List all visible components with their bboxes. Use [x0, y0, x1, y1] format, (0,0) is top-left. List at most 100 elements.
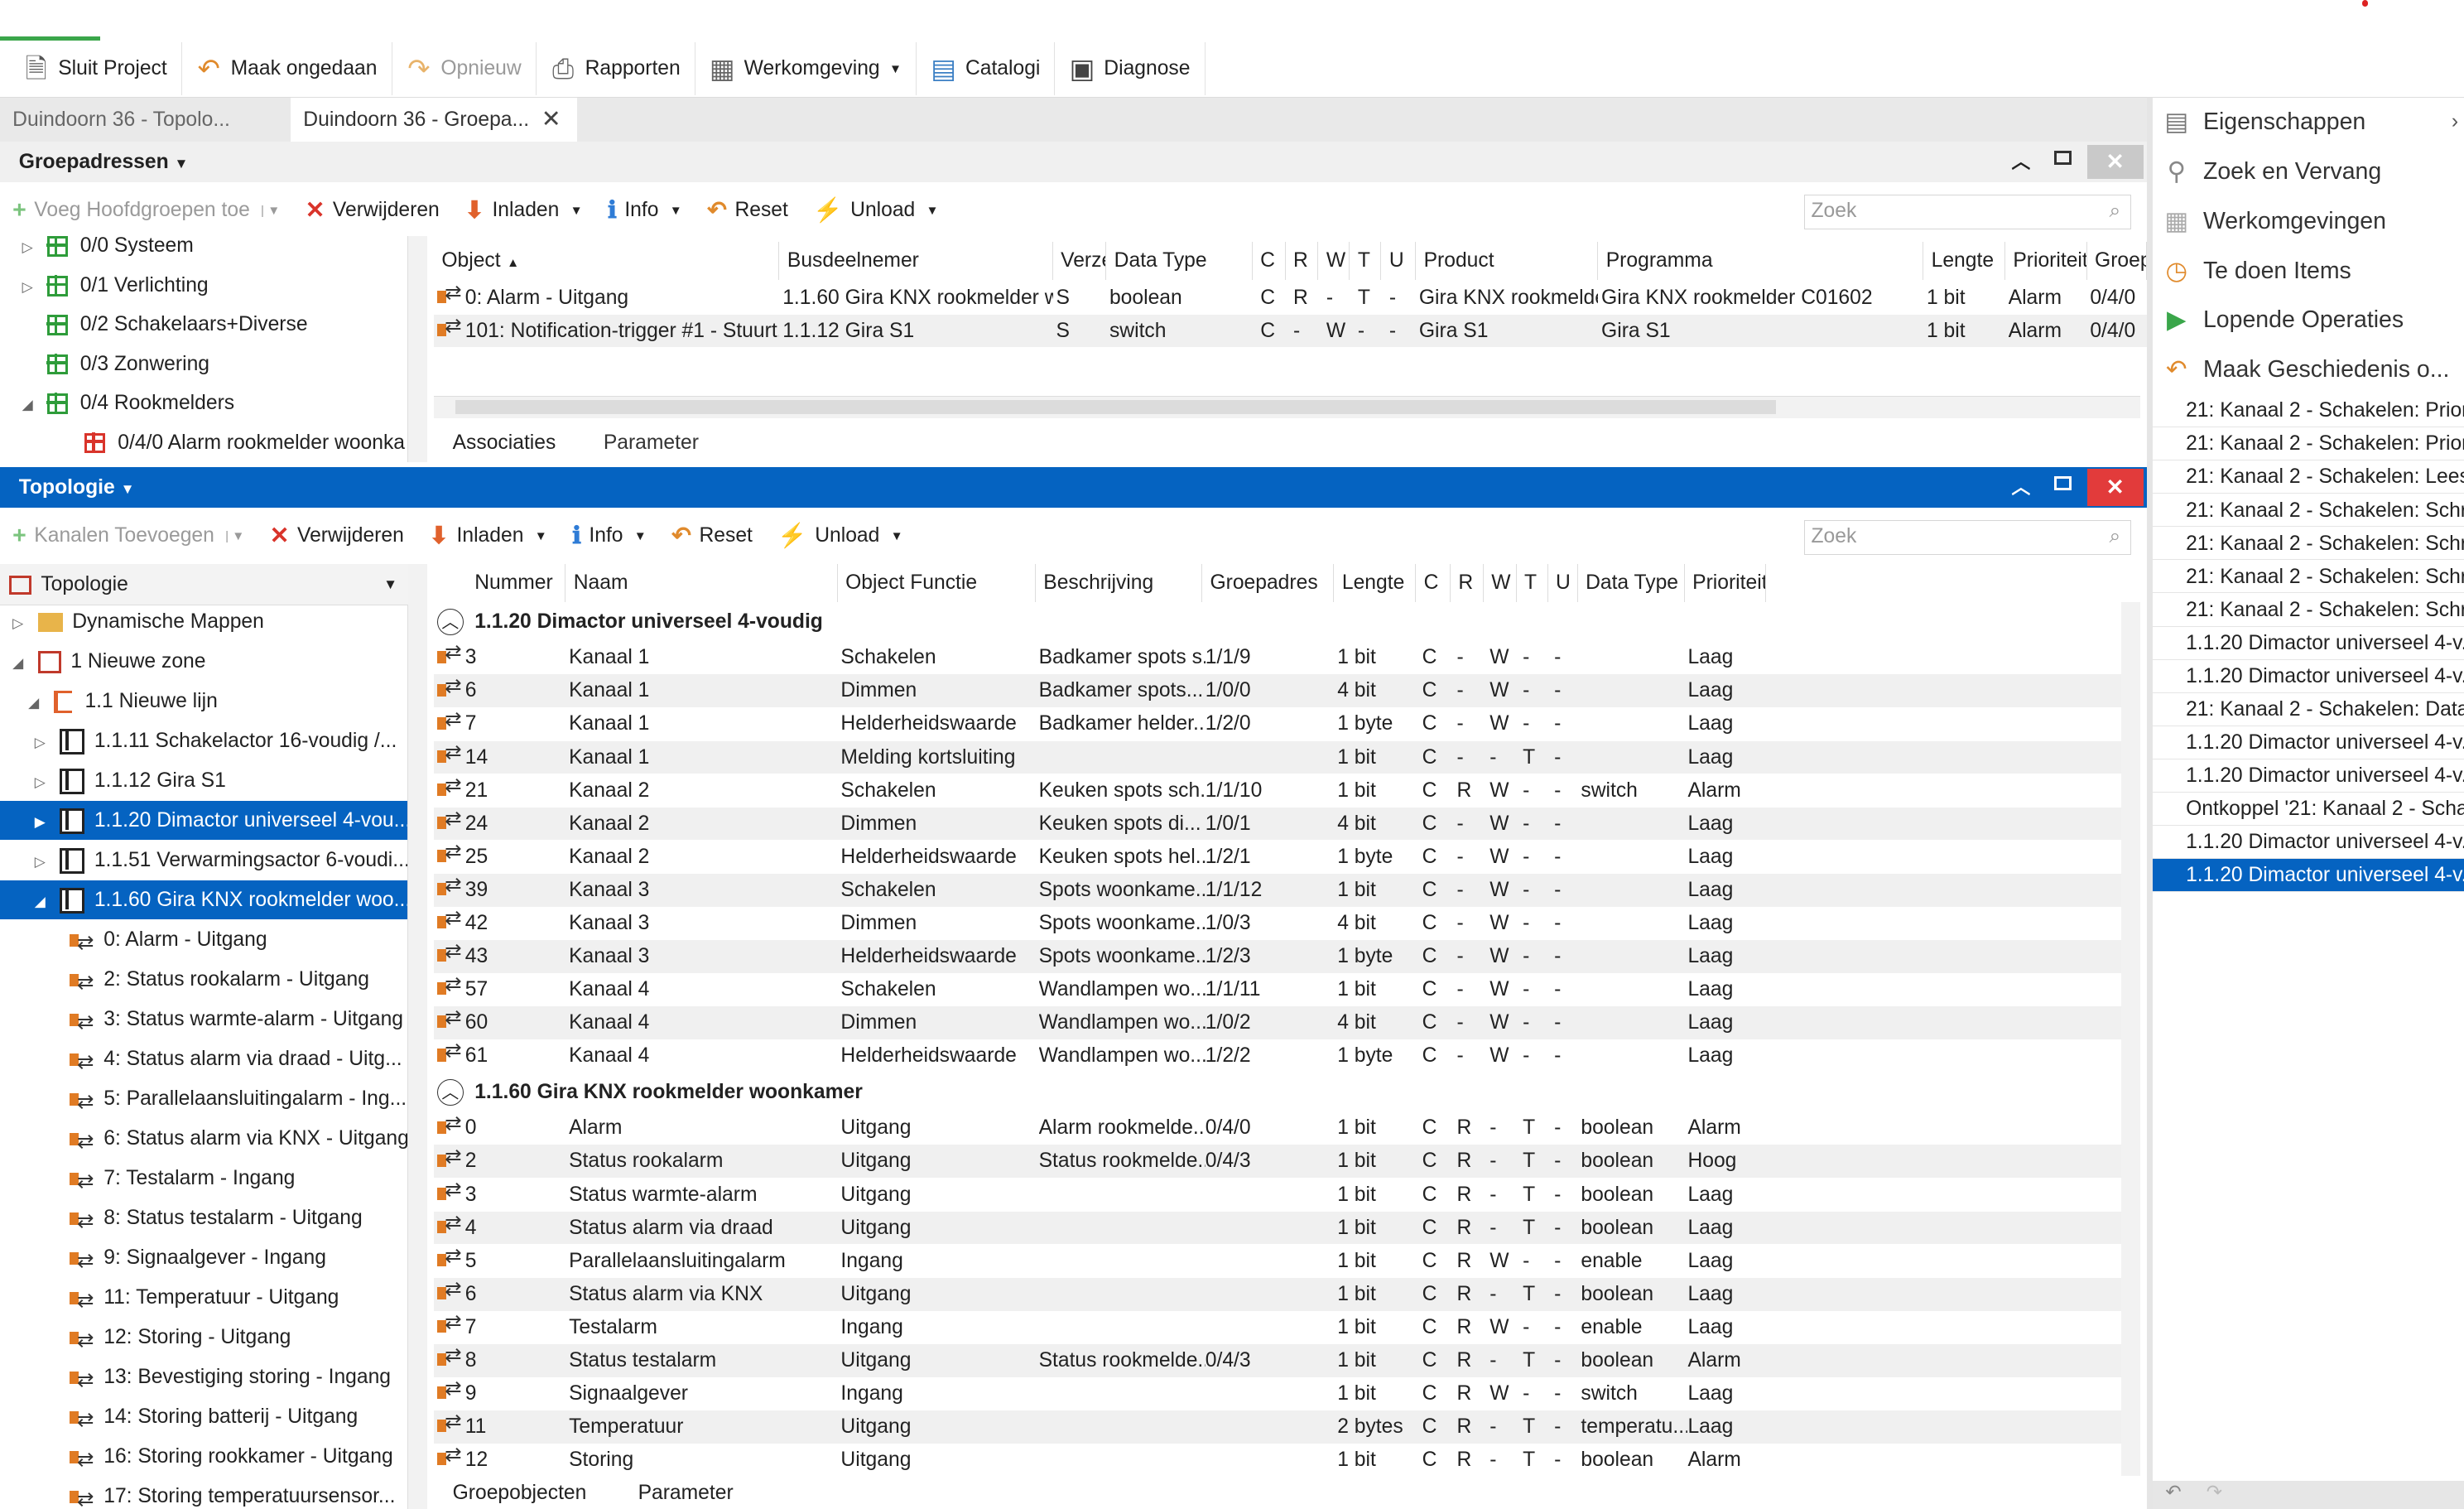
column-header[interactable]: Lengte [1923, 242, 2005, 280]
column-header[interactable]: Programma [1598, 242, 1924, 280]
column-header[interactable]: W [1318, 242, 1350, 280]
column-header[interactable]: Groepadres [1201, 564, 1335, 602]
workspaces-item[interactable]: ▦ Werkomgevingen [2153, 197, 2464, 246]
add-button[interactable]: + Voeg Hoofdgroepen toe | ▼ [0, 197, 292, 224]
add-button[interactable]: + Kanalen Toevoegen | ▼ [0, 523, 257, 550]
tree-header[interactable]: Topologie ▼ [0, 564, 409, 605]
collapse-icon[interactable]: ︿ [2011, 142, 2030, 182]
tab-parameter[interactable]: Parameter [585, 424, 718, 462]
topology-search-input[interactable]: Zoek ⌕ [1803, 520, 2131, 555]
column-header[interactable]: Data Type [1106, 242, 1253, 280]
rapporten-button[interactable]: ⎙ Rapporten [537, 41, 695, 96]
diagnose-button[interactable]: ▣ Diagnose [1055, 41, 1206, 96]
tree-node[interactable]: ▷ Dynamische Mappen [0, 605, 407, 642]
werkomgeving-button[interactable]: ▦ Werkomgeving ▼ [695, 41, 917, 96]
tree-node[interactable]: 14: Storing batterij - Uitgang [0, 1397, 407, 1437]
column-header[interactable]: Nummer [433, 564, 566, 602]
column-header[interactable]: Beschrijving [1035, 564, 1202, 602]
close-tab-icon[interactable]: ✕ [541, 98, 561, 142]
panel-title[interactable]: Topologie [19, 476, 115, 499]
column-header[interactable]: Object ▲ [433, 242, 780, 280]
tree-node[interactable]: ▷ 0/0 Systeem [0, 235, 406, 266]
undo-icon[interactable]: ↶ [2165, 1481, 2181, 1503]
close-side-panel-icon[interactable]: › [2452, 110, 2458, 133]
collapsed-arrow-icon[interactable]: ▷ [35, 842, 51, 880]
tab-parameter[interactable]: Parameter [619, 1478, 753, 1509]
collapsed-arrow-icon[interactable]: ▷ [22, 268, 38, 305]
tab-topology[interactable]: Duindoorn 36 - Topolo... [0, 98, 286, 142]
maximize-icon[interactable] [2053, 151, 2072, 166]
tree-node[interactable]: 0: Alarm - Uitgang [0, 920, 407, 960]
properties-item[interactable]: ▤ Eigenschappen [2153, 98, 2464, 147]
column-header[interactable]: Prioriteit [1684, 564, 1767, 602]
tree-node[interactable]: 5: Parallelaansluitingalarm - Ing... [0, 1079, 407, 1119]
history-item[interactable]: 21: Kanaal 2 - Schakelen: Data... [2153, 693, 2464, 726]
tree-node[interactable]: ▷ 1.1.51 Verwarmingsactor 6-voudi... [0, 841, 407, 880]
catalogi-button[interactable]: ▤ Catalogi [917, 41, 1056, 96]
sluit-project-button[interactable]: 🗎 Sluit Project [9, 41, 182, 96]
tree-node[interactable]: ◢ 1.1 Nieuwe lijn [0, 682, 407, 721]
tree-node[interactable]: ▶ 1.1.20 Dimactor universeel 4-vou... [0, 801, 407, 841]
history-item[interactable]: 1.1.20 Dimactor universeel 4-v... [2153, 627, 2464, 660]
column-header[interactable]: T [1350, 242, 1382, 280]
column-header[interactable]: C [1252, 242, 1286, 280]
column-header[interactable]: R [1450, 564, 1484, 602]
expanded-arrow-icon[interactable]: ◢ [28, 683, 44, 721]
maximize-icon[interactable] [2053, 476, 2072, 491]
tree-node[interactable]: 16: Storing rookkamer - Uitgang [0, 1437, 407, 1477]
tab-group-addresses[interactable]: Duindoorn 36 - Groepa... ✕ [291, 97, 577, 142]
column-header[interactable]: Lengte [1334, 564, 1417, 602]
column-header[interactable]: Naam [565, 564, 838, 602]
column-header[interactable]: U [1547, 564, 1578, 602]
column-header[interactable]: W [1483, 564, 1517, 602]
history-item[interactable]: 1.1.20 Dimactor universeel 4-v... [2153, 660, 2464, 693]
history-item[interactable]: 21: Kanaal 2 - Schakelen: Priori... [2153, 427, 2464, 461]
chevron-down-icon[interactable]: ▼ [175, 156, 189, 171]
history-item[interactable]: 1.1.20 Dimactor universeel 4-v... [2153, 826, 2464, 859]
tree-node[interactable]: 11: Temperatuur - Uitgang [0, 1278, 407, 1318]
tree-node[interactable]: 0/3 Zonwering [0, 345, 406, 383]
tree-node[interactable]: 4: Status alarm via draad - Uitg... [0, 1039, 407, 1079]
column-header[interactable]: Verzender [1052, 242, 1107, 280]
collapsed-arrow-icon[interactable]: ▷ [35, 723, 51, 760]
reset-button[interactable]: ↶ Reset [659, 522, 765, 550]
history-item[interactable]: 1.1.20 Dimactor universeel 4-v... [2153, 726, 2464, 759]
horizontal-scrollbar[interactable] [433, 396, 2141, 418]
undo-history-item[interactable]: ↶ Maak Geschiedenis o... [2153, 346, 2464, 395]
history-item[interactable]: 1.1.20 Dimactor universeel 4-v... [2153, 759, 2464, 793]
splitter[interactable] [2146, 97, 2154, 1509]
maak-ongedaan-button[interactable]: ↶ Maak ongedaan [182, 41, 392, 96]
column-header[interactable]: R [1285, 242, 1319, 280]
column-header[interactable]: C [1416, 564, 1451, 602]
topology-tree-scrollbar[interactable] [408, 564, 428, 1509]
history-item[interactable]: 21: Kanaal 2 - Schakelen: Priori... [2153, 394, 2464, 428]
tab-associaties[interactable]: Associaties [433, 424, 575, 462]
search-icon[interactable]: ⌕ [2109, 521, 2120, 552]
unload-button[interactable]: ⚡ Unload ▼ [801, 196, 951, 224]
expanded-arrow-icon[interactable]: ◢ [35, 882, 51, 919]
todo-item[interactable]: ◷ Te doen Items [2153, 247, 2464, 296]
tree-node[interactable]: ◢ 0/4 Rookmelders [0, 383, 406, 422]
history-item[interactable]: 21: Kanaal 2 - Schakelen: Schri... [2153, 494, 2464, 528]
topology-table-scrollbar[interactable] [2121, 601, 2141, 1477]
tree-node[interactable]: ▷ 1.1.11 Schakelactor 16-voudig /... [0, 721, 407, 760]
tree-node[interactable]: 0/4/0 Alarm rookmelder woonka... [0, 423, 406, 462]
group-tree-scrollbar[interactable] [408, 235, 428, 462]
tree-node[interactable]: 7: Testalarm - Ingang [0, 1159, 407, 1198]
collapsed-arrow-icon[interactable]: ▶ [35, 803, 51, 840]
tree-node[interactable]: 3: Status warmte-alarm - Uitgang [0, 1000, 407, 1039]
history-item[interactable]: 1.1.20 Dimactor universeel 4-v... [2153, 859, 2464, 892]
redo-icon[interactable]: ↷ [2207, 1481, 2222, 1503]
tree-node[interactable]: ◢ 1.1.60 Gira KNX rookmelder woo... [0, 880, 407, 920]
collapsed-arrow-icon[interactable]: ▷ [35, 763, 51, 800]
history-item[interactable]: 21: Kanaal 2 - Schakelen: Schri... [2153, 561, 2464, 594]
delete-button[interactable]: ✕ Verwijderen [292, 196, 452, 224]
history-item[interactable]: 21: Kanaal 2 - Schakelen: Schri... [2153, 594, 2464, 627]
collapsed-arrow-icon[interactable]: ▷ [22, 236, 38, 266]
tree-node[interactable]: 13: Bevestiging storing - Ingang [0, 1357, 407, 1397]
column-header[interactable]: Busdeelnemer [779, 242, 1053, 280]
tree-node[interactable]: 12: Storing - Uitgang [0, 1318, 407, 1357]
chevron-down-icon[interactable]: ▼ [383, 564, 397, 605]
close-panel-icon[interactable]: ✕ [2086, 144, 2144, 180]
history-item[interactable]: 21: Kanaal 2 - Schakelen: Lees... [2153, 460, 2464, 494]
